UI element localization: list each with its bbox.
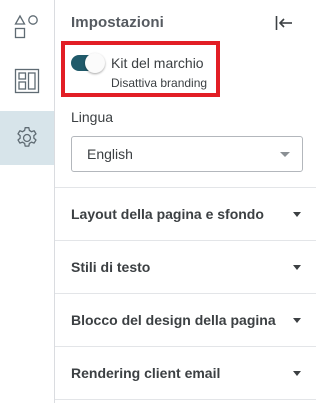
brand-kit-label: Kit del marchio	[111, 55, 204, 71]
settings-panel: Impostazioni Kit del marchio Disattiva b…	[55, 0, 316, 403]
layout-icon	[14, 68, 40, 94]
chevron-down-icon	[280, 152, 290, 157]
collapse-panel-button[interactable]	[273, 12, 295, 34]
chevron-down-icon	[293, 318, 301, 323]
side-rail	[0, 0, 55, 403]
rail-item-settings[interactable]	[0, 111, 54, 165]
rail-item-elements[interactable]	[0, 0, 54, 54]
section-label: Blocco del design della pagina	[71, 312, 276, 328]
brand-kit-toggle[interactable]	[71, 53, 105, 73]
language-select[interactable]: English	[71, 136, 303, 172]
collapse-left-icon	[275, 16, 292, 30]
chevron-down-icon	[293, 212, 301, 217]
language-select-value: English	[87, 146, 133, 162]
section-page-design-lock[interactable]: Blocco del design della pagina	[55, 294, 316, 346]
section-page-layout[interactable]: Layout della pagina e sfondo	[55, 188, 316, 240]
gear-icon	[17, 127, 37, 147]
chevron-down-icon	[293, 265, 301, 270]
chevron-down-icon	[293, 371, 301, 376]
section-label: Stili di testo	[71, 259, 151, 275]
panel-title: Impostazioni	[71, 14, 164, 31]
rail-item-layout[interactable]	[0, 54, 54, 108]
language-label: Lingua	[71, 109, 114, 125]
toggle-knob	[85, 53, 105, 73]
section-email-rendering[interactable]: Rendering client email	[55, 347, 316, 399]
section-label: Layout della pagina e sfondo	[71, 206, 264, 222]
section-text-styles[interactable]: Stili di testo	[55, 241, 316, 293]
divider	[55, 399, 316, 400]
brand-kit-sublabel: Disattiva branding	[111, 76, 208, 90]
section-label: Rendering client email	[71, 365, 221, 381]
shapes-icon	[14, 14, 38, 39]
